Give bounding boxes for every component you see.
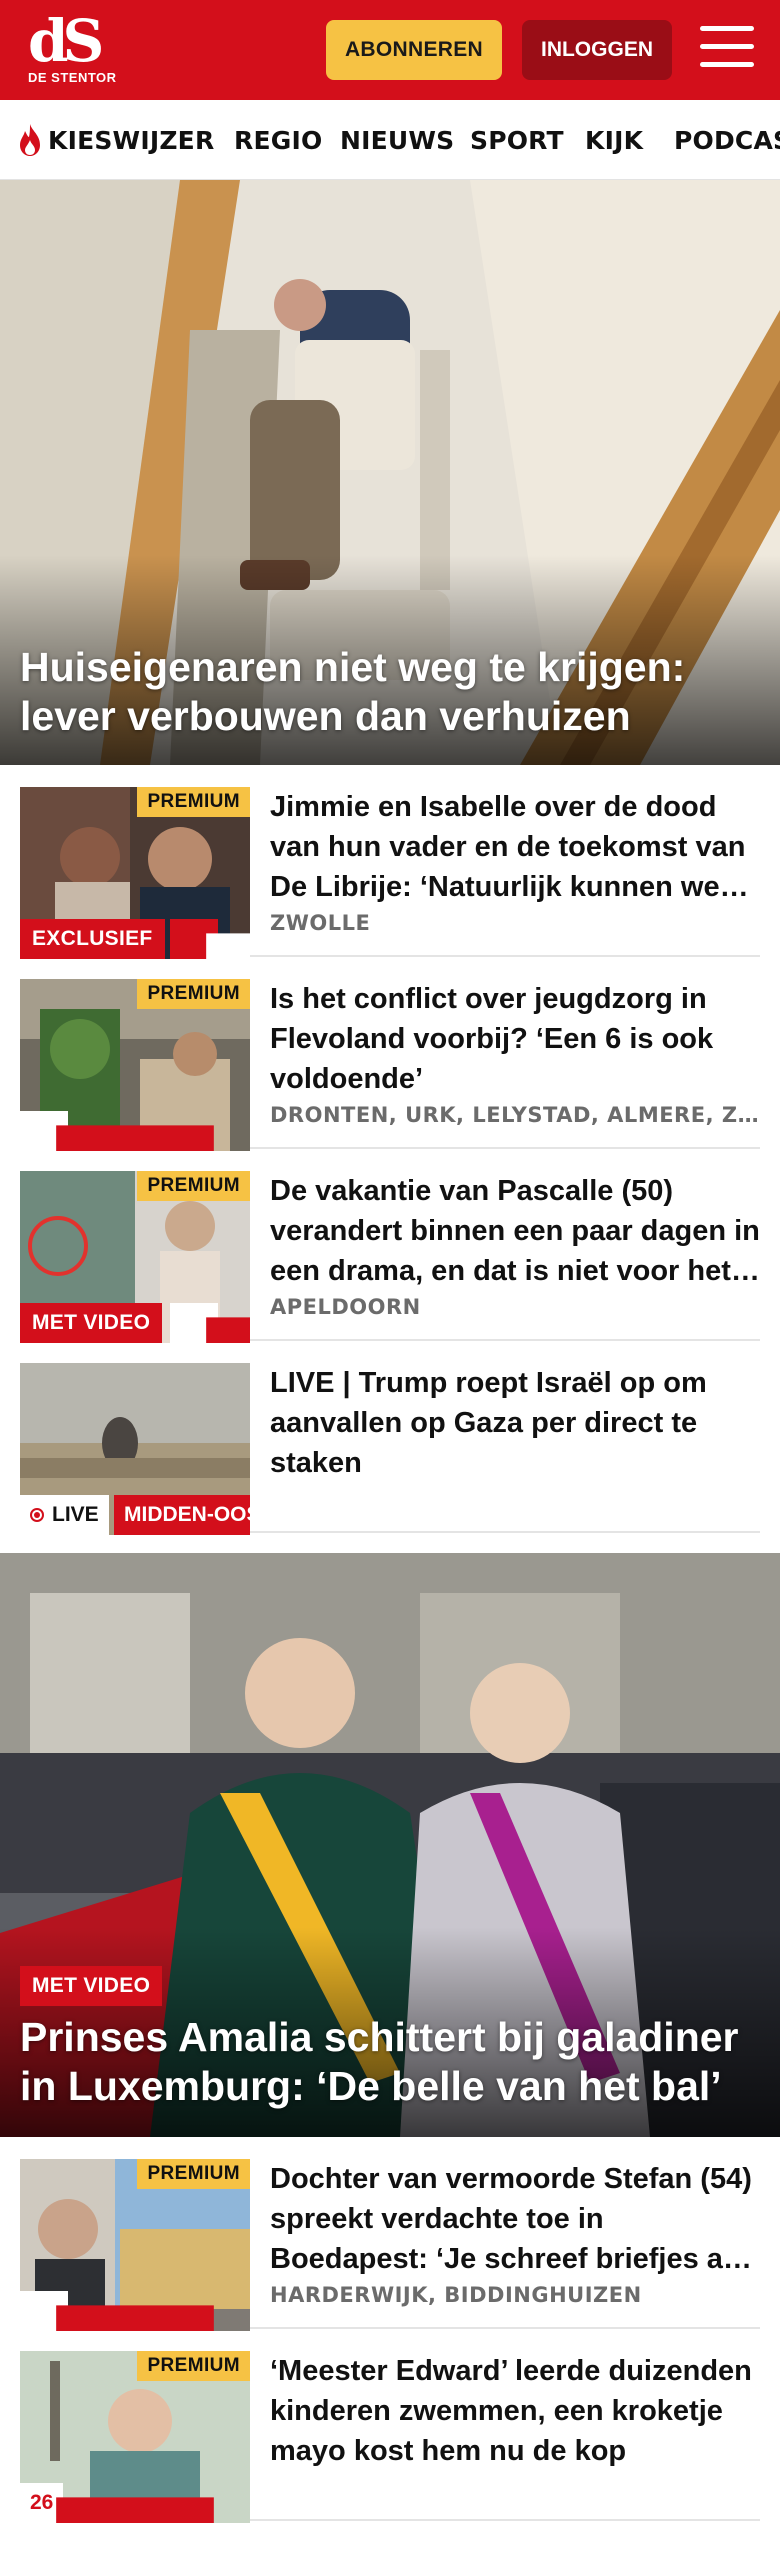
premium-badge: PREMIUM: [137, 1171, 250, 1201]
list-item[interactable]: PREMIUM EXCLUSIEF Jimmie en Isabelle ove…: [20, 765, 760, 959]
hero-title: Prinses Amalia schittert bij galadiner i…: [20, 2014, 739, 2109]
article-headline: De vakantie van Pascalle (50) verandert …: [270, 1175, 760, 1287]
list-item[interactable]: PREMIUM MET VIDEO De vakantie van Pascal…: [20, 1149, 760, 1343]
premium-badge: PREMIUM: [137, 979, 250, 1009]
article-thumbnail: PREMIUM 26: [20, 2351, 250, 2523]
article-thumbnail: LIVE MIDDEN-OOSTEN: [20, 1363, 250, 1535]
hero-article-stairlift[interactable]: Huiseigenaren niet weg te krijgen: lever…: [0, 180, 780, 765]
article-thumbnail: PREMIUM: [20, 2159, 250, 2331]
comment-icon: [170, 919, 250, 959]
article-location: APELDOORN: [270, 1295, 421, 1319]
video-badge: MET VIDEO: [20, 1303, 163, 1343]
comment-icon: [56, 2497, 214, 2523]
site-logo[interactable]: dS DE STENTOR: [28, 7, 118, 90]
article-location: HARDERWIJK, BIDDINGHUIZEN: [270, 2283, 642, 2307]
article-headline: LIVE | Trump roept Israël op om aanvalle…: [270, 1367, 707, 1479]
video-badge: MET VIDEO: [20, 1966, 163, 2006]
article-location: DRONTEN, URK, LELYSTAD, ALMERE, ZEEWOLDE: [270, 1103, 760, 1127]
comment-icon: [20, 1111, 214, 1151]
live-badge: LIVE: [20, 1495, 109, 1535]
hamburger-icon[interactable]: [700, 26, 754, 72]
nav-item-sport[interactable]: SPORT: [470, 100, 564, 179]
live-label: LIVE: [52, 1503, 99, 1526]
list-item[interactable]: PREMIUM Is het conflict over jeugdzorg i…: [20, 957, 760, 1151]
list-item[interactable]: LIVE MIDDEN-OOSTEN LIVE | Trump roept Is…: [20, 1341, 760, 1535]
list-item[interactable]: PREMIUM Dochter van vermoorde Stefan (54…: [20, 2137, 760, 2331]
article-headline: Dochter van vermoorde Stefan (54) spreek…: [270, 2163, 757, 2275]
article-headline: Is het conflict over jeugdzorg in Flevol…: [270, 983, 714, 1095]
list-item[interactable]: PREMIUM 26 ‘Meester Edward’ leerde duize…: [20, 2329, 760, 2523]
live-dot-icon: [30, 1508, 44, 1522]
nav-item-podcast[interactable]: PODCAST: [674, 100, 780, 179]
premium-badge: PREMIUM: [137, 2351, 250, 2381]
nav-item-regio[interactable]: REGIO: [234, 100, 322, 179]
exclusive-badge: EXCLUSIEF: [20, 919, 165, 959]
region-badge: MIDDEN-OOSTEN: [114, 1495, 250, 1535]
login-button[interactable]: INLOGGEN: [522, 20, 672, 80]
logo-mark: dS: [28, 7, 104, 75]
article-headline: ‘Meester Edward’ leerde duizenden kinder…: [270, 2355, 752, 2467]
article-headline: Jimmie en Isabelle over de dood van hun …: [270, 791, 746, 903]
subscribe-button[interactable]: ABONNEREN: [326, 20, 502, 80]
nav-item-kijk[interactable]: KIJK: [585, 100, 643, 179]
article-thumbnail: PREMIUM EXCLUSIEF: [20, 787, 250, 959]
flame-icon: [20, 124, 40, 156]
nav-item-nieuws[interactable]: NIEUWS: [340, 100, 454, 179]
premium-badge: PREMIUM: [137, 787, 250, 817]
hero-article-amalia[interactable]: Prinses Amalia schittert bij galadiner i…: [0, 1553, 780, 2137]
article-location: ZWOLLE: [270, 911, 371, 935]
section-nav: KIESWIJZER REGIO NIEUWS SPORT KIJK PODCA…: [0, 100, 780, 180]
comment-icon: [170, 1303, 250, 1343]
premium-badge: PREMIUM: [137, 2159, 250, 2189]
nav-item-kieswijzer[interactable]: KIESWIJZER: [16, 100, 215, 179]
article-thumbnail: PREMIUM MET VIDEO: [20, 1171, 250, 1343]
nav-label: KIESWIJZER: [48, 125, 215, 155]
article-thumbnail: PREMIUM: [20, 979, 250, 1151]
site-header: dS DE STENTOR ABONNEREN INLOGGEN: [0, 0, 780, 100]
comment-count: 26: [20, 2483, 214, 2523]
comment-icon: [20, 2291, 214, 2331]
hero-title: Huiseigenaren niet weg te krijgen: lever…: [20, 644, 686, 739]
logo-subtitle: DE STENTOR: [28, 70, 117, 85]
